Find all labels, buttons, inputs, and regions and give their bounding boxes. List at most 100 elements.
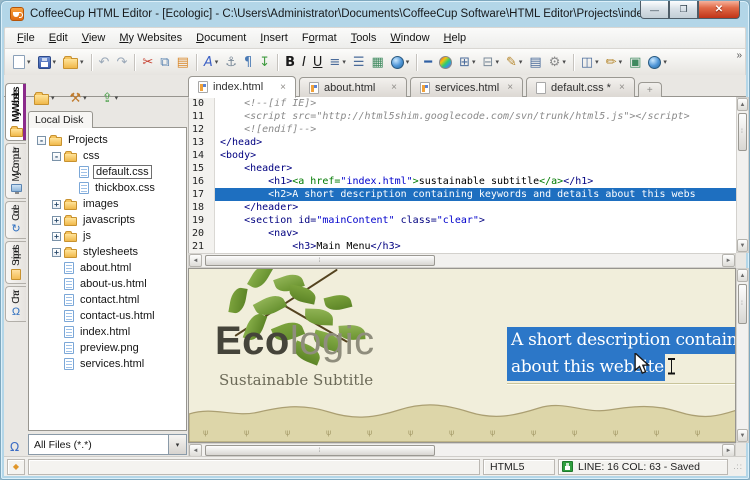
tree-item-stylesheets[interactable]: +stylesheets: [29, 244, 186, 260]
code-line-12[interactable]: <![endif]-->: [215, 123, 736, 136]
new-tab-button[interactable]: +: [638, 82, 662, 97]
open-button[interactable]: ▾: [60, 51, 87, 73]
insert-file-button[interactable]: ↧: [256, 51, 273, 73]
tab-default-css[interactable]: default.css *×: [526, 77, 635, 97]
sidebar-tab-code[interactable]: Code↻: [5, 201, 26, 239]
save-button[interactable]: ▾: [35, 51, 60, 73]
dropdown-arrow-icon[interactable]: ▾: [406, 58, 410, 66]
scroll-left-icon[interactable]: ◄: [189, 254, 202, 267]
code-line-16[interactable]: <h1><a href="index.html">sustainable sub…: [215, 175, 736, 188]
settings-button[interactable]: ⚙▾: [546, 51, 569, 73]
tree-item-contact-html[interactable]: contact.html: [29, 292, 186, 308]
upload-server-button[interactable]: ⇪▾: [99, 87, 121, 109]
tab-close-icon[interactable]: ×: [391, 82, 397, 93]
menu-window[interactable]: Window: [383, 29, 436, 47]
tab-close-icon[interactable]: ×: [619, 82, 625, 93]
tree-item-js[interactable]: +js: [29, 228, 186, 244]
preview-vscroll-thumb[interactable]: ⁞: [738, 284, 747, 324]
dropdown-arrow-icon[interactable]: ▾: [53, 58, 57, 66]
dropdown-arrow-icon[interactable]: ▾: [562, 58, 566, 66]
tree-item-preview-png[interactable]: preview.png: [29, 340, 186, 356]
preview-hscroll-thumb[interactable]: ⁞: [205, 445, 435, 456]
dropdown-arrow-icon[interactable]: ▾: [215, 58, 219, 66]
tree-item-index-html[interactable]: index.html: [29, 324, 186, 340]
dropdown-arrow-icon[interactable]: ▾: [663, 58, 667, 66]
menu-format[interactable]: Format: [295, 29, 344, 47]
menu-document[interactable]: Document: [189, 29, 253, 47]
scroll-up-icon[interactable]: ▲: [737, 269, 748, 282]
preview-pane[interactable]: Ecologic Sustainable Subtitle A short de…: [188, 268, 736, 443]
code-line-14[interactable]: <body>: [215, 149, 736, 162]
collapse-icon[interactable]: -: [37, 136, 46, 145]
anchor-link-button[interactable]: ⚓: [222, 51, 240, 73]
undo-button[interactable]: ↶: [96, 51, 113, 73]
expand-icon[interactable]: +: [52, 232, 61, 241]
scroll-down-icon[interactable]: ▼: [737, 239, 748, 252]
expand-icon[interactable]: +: [52, 248, 61, 257]
code-area[interactable]: <!--[if IE]> <script src="http://html5sh…: [215, 97, 736, 253]
code-line-20[interactable]: <nav>: [215, 227, 736, 240]
sites-folder-button[interactable]: ▾: [31, 87, 58, 109]
horizontal-rule-button[interactable]: ━: [421, 51, 435, 73]
selection-line-1[interactable]: A short description containi: [507, 327, 735, 354]
tree-item-javascripts[interactable]: +javascripts: [29, 212, 186, 228]
dropdown-arrow-icon[interactable]: ▾: [83, 94, 87, 102]
close-button[interactable]: ✕: [698, 1, 740, 19]
list-button[interactable]: ☰: [350, 51, 368, 73]
menu-view[interactable]: View: [75, 29, 113, 47]
menu-tools[interactable]: Tools: [344, 29, 384, 47]
dropdown-arrow-icon[interactable]: ▾: [80, 58, 84, 66]
dropdown-arrow-icon[interactable]: ▾: [519, 58, 523, 66]
tree-item-images[interactable]: +images: [29, 196, 186, 212]
code-cleaner-button[interactable]: ✏▾: [603, 51, 625, 73]
dropdown-arrow-icon[interactable]: ▾: [51, 94, 55, 102]
code-vscrollbar[interactable]: ▲ ⁞ ▼: [736, 97, 749, 253]
copy-button[interactable]: ⧉: [157, 51, 172, 73]
code-line-19[interactable]: <section id="mainContent" class="clear">: [215, 214, 736, 227]
dropdown-arrow-icon[interactable]: ▾: [619, 58, 623, 66]
code-line-11[interactable]: <script src="http://html5shim.googlecode…: [215, 110, 736, 123]
tree-item-about-us-html[interactable]: about-us.html: [29, 276, 186, 292]
code-line-21[interactable]: <h3>Main Menu</h3>: [215, 240, 736, 253]
code-line-17[interactable]: <h2>A short description containing keywo…: [215, 188, 736, 201]
tree-item-about-html[interactable]: about.html: [29, 260, 186, 276]
scroll-up-icon[interactable]: ▲: [737, 98, 748, 111]
code-hscrollbar[interactable]: ◄ ⁞ ►: [188, 253, 736, 268]
code-line-10[interactable]: <!--[if IE]>: [215, 97, 736, 110]
tab-close-icon[interactable]: ×: [280, 82, 286, 93]
file-filter-dropdown[interactable]: All Files (*.*) ▾: [28, 434, 187, 455]
new-document-button[interactable]: ▾: [10, 51, 34, 73]
tree-item-contact-us-html[interactable]: contact-us.html: [29, 308, 186, 324]
tab-about-html[interactable]: about.html×: [299, 77, 407, 97]
menu-insert[interactable]: Insert: [253, 29, 295, 47]
sidebar-tab-char[interactable]: CharΩ: [5, 286, 26, 322]
tree-item-css[interactable]: -css: [29, 148, 186, 164]
filter-dropdown-button[interactable]: ▾: [168, 435, 186, 454]
insert-image-button[interactable]: ▦: [368, 51, 386, 73]
table-button[interactable]: ⊞▾: [456, 51, 478, 73]
tab-services-html[interactable]: services.html×: [410, 77, 523, 97]
code-vscroll-thumb[interactable]: ⁞: [738, 113, 747, 151]
bold-button[interactable]: B: [282, 51, 298, 73]
quick-edit-button[interactable]: ✎▾: [503, 51, 525, 73]
expand-icon[interactable]: +: [52, 200, 61, 209]
tree-item-default-css[interactable]: default.css: [29, 164, 186, 180]
menu-help[interactable]: Help: [437, 29, 474, 47]
resize-grip[interactable]: .::: [731, 462, 743, 471]
tree-item-services-html[interactable]: services.html: [29, 356, 186, 372]
menu-file[interactable]: File: [10, 29, 42, 47]
code-line-13[interactable]: </head>: [215, 136, 736, 149]
tree-item-projects[interactable]: -Projects: [29, 132, 186, 148]
character-map-icon[interactable]: Ω: [10, 440, 19, 454]
site-tools-button[interactable]: ⚒▾: [67, 87, 90, 109]
insert-link-button[interactable]: ▾: [388, 51, 413, 73]
toolbar-overflow-icon[interactable]: »: [736, 50, 742, 61]
cut-button[interactable]: ✂: [139, 51, 156, 73]
scroll-right-icon[interactable]: ►: [722, 254, 735, 267]
tab-index-html[interactable]: index.html×: [188, 76, 296, 98]
tree-item-thickbox-css[interactable]: thickbox.css: [29, 180, 186, 196]
menu-my-websites[interactable]: My Websites: [112, 29, 189, 47]
maximize-button[interactable]: ❐: [669, 1, 698, 19]
sidebar-tab-snippets[interactable]: Snippets: [5, 241, 26, 284]
scroll-down-icon[interactable]: ▼: [737, 429, 748, 442]
